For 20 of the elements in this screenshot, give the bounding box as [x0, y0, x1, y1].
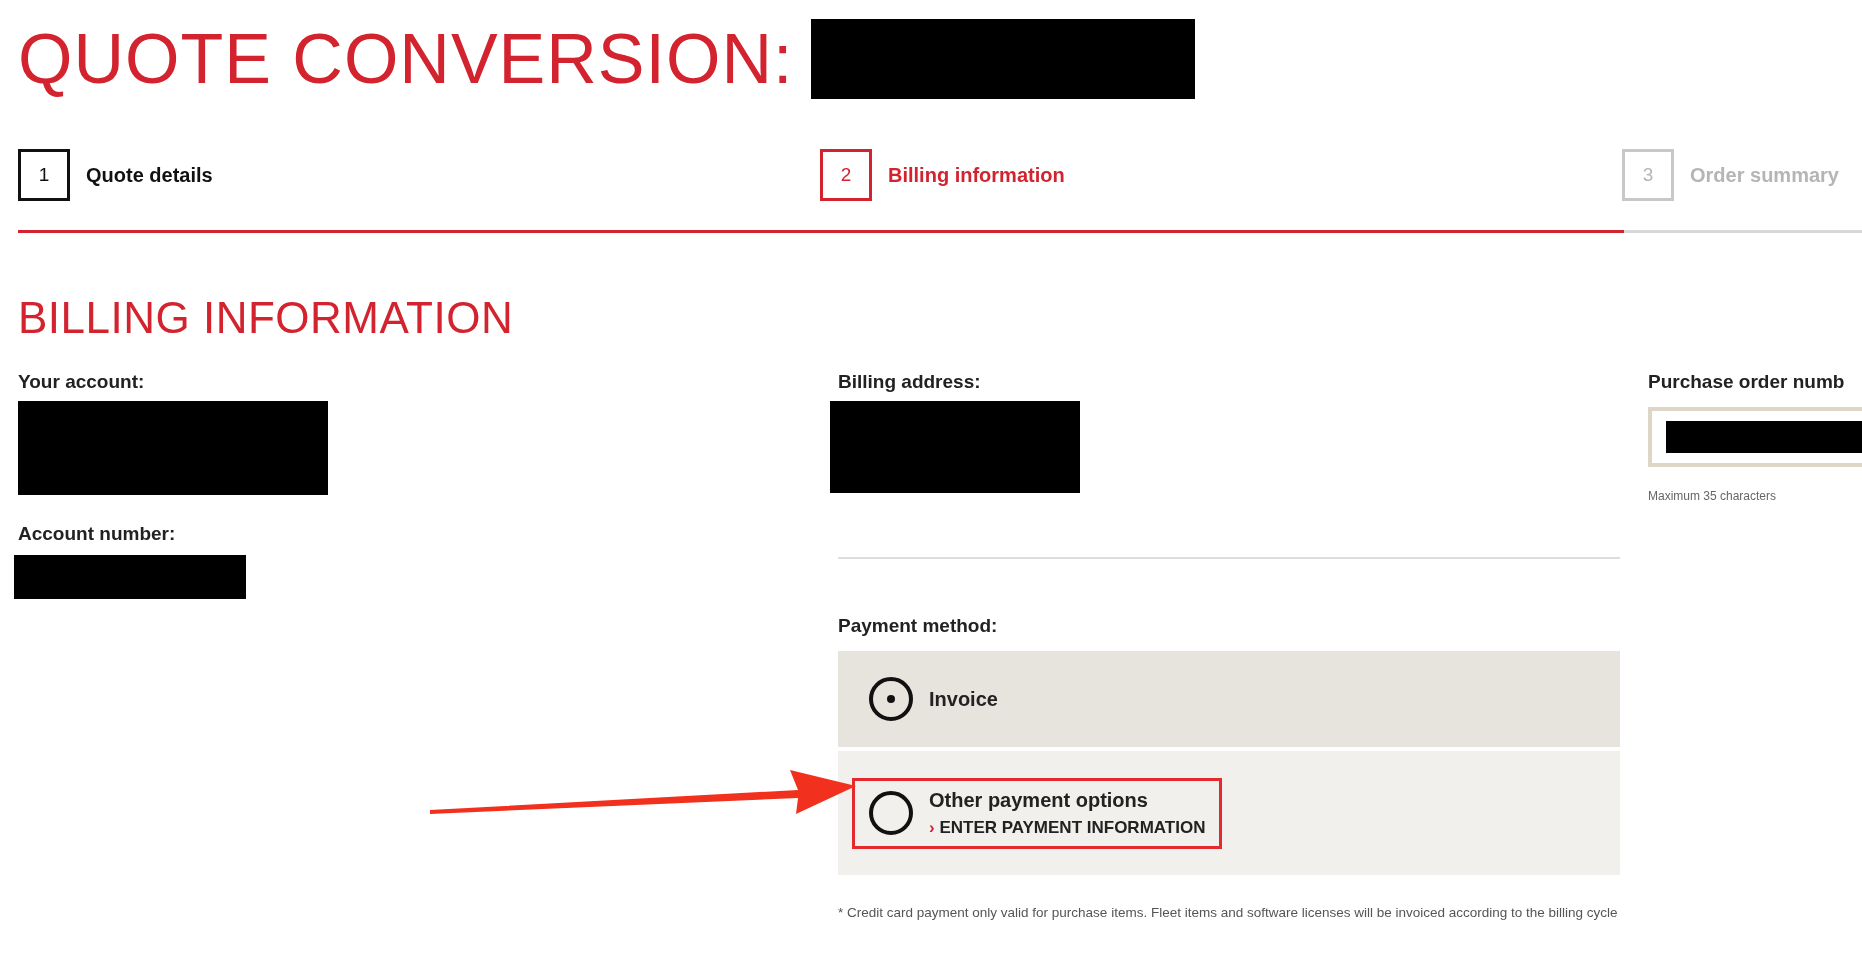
step-label[interactable]: Quote details — [86, 163, 213, 187]
field-label: Purchase order numb — [1648, 371, 1846, 393]
step-number: 2 — [820, 149, 872, 201]
option-label: Other payment options — [929, 788, 1149, 812]
field-label: Your account: — [18, 371, 146, 393]
section-title: BILLING INFORMATION — [18, 293, 515, 343]
field-label: Payment method: — [838, 615, 999, 637]
page-title: QUOTE CONVERSION: — [18, 19, 794, 99]
hint-text: Maximum 35 characters — [1648, 489, 1778, 503]
step-label[interactable]: Billing information — [888, 163, 1065, 187]
purchase-order-field[interactable] — [1648, 407, 1862, 467]
footnote-text: * Credit card payment only valid for purchase items. Fleet items and software licenses will be invoiced according to the billing cycle — [838, 904, 1619, 922]
step-number: 1 — [18, 149, 70, 201]
payment-info-link[interactable]: › ENTER PAYMENT INFORMATION — [929, 817, 1206, 838]
field-label: Billing address: — [838, 371, 982, 393]
option-label: Invoice — [929, 687, 998, 711]
field-label: Account number: — [18, 523, 177, 545]
radio-button[interactable] — [869, 791, 913, 835]
radio-button[interactable] — [869, 677, 913, 721]
step-number: 3 — [1622, 149, 1674, 201]
